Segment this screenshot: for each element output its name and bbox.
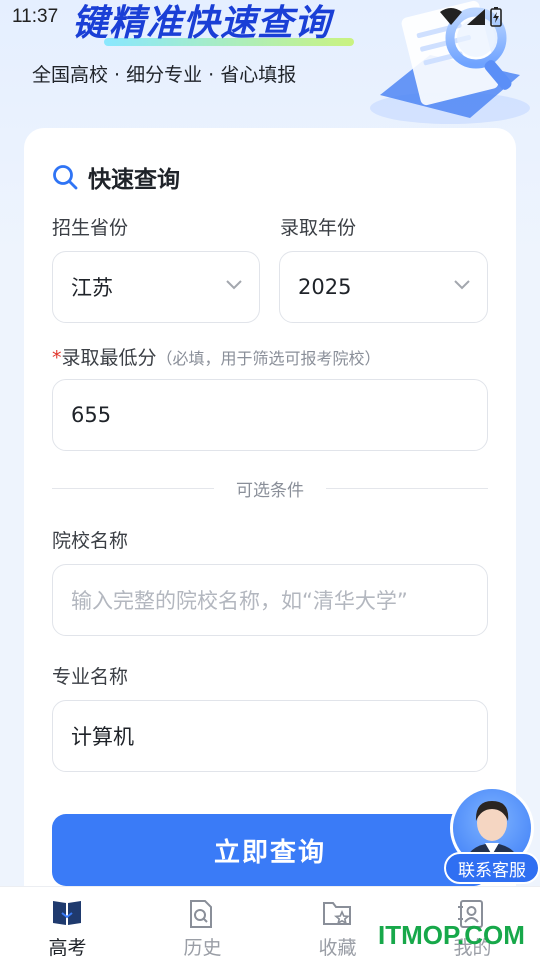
customer-service-label: 联系客服: [444, 852, 540, 884]
optional-divider-label: 可选条件: [236, 481, 304, 501]
book-icon: [53, 901, 81, 925]
school-placeholder: 输入完整的院校名称，如“清华大学”: [71, 589, 408, 613]
query-card: 快速查询 招生省份 录取年份 江苏 2025 *录取最低分（必填，用于筛选可报考…: [24, 128, 516, 928]
wifi-icon: [440, 8, 462, 25]
nav-label: 历史: [183, 937, 222, 959]
min-score-value: 655: [71, 403, 112, 427]
school-label: 院校名称: [52, 530, 129, 552]
year-value: 2025: [298, 275, 352, 299]
customer-service-button[interactable]: 联系客服: [444, 786, 540, 886]
battery-icon: [490, 7, 502, 27]
card-title: 快速查询: [88, 167, 180, 193]
folder-star-icon: [323, 902, 351, 925]
school-input[interactable]: 输入完整的院校名称，如“清华大学”: [52, 564, 488, 636]
search-icon: [53, 165, 78, 190]
nav-item-gaokao[interactable]: 高考: [0, 887, 135, 960]
cell-signal-icon: [467, 9, 485, 25]
year-label: 录取年份: [280, 217, 357, 239]
province-label: 招生省份: [52, 217, 129, 239]
nav-item-history[interactable]: 历史: [135, 887, 270, 960]
card-header: 快速查询: [52, 160, 180, 194]
chevron-down-icon: [226, 280, 242, 290]
min-score-label-row: *录取最低分（必填，用于筛选可报考院校）: [52, 343, 381, 370]
chevron-down-icon: [454, 280, 470, 290]
required-mark: *: [52, 347, 62, 369]
banner-title: 键精准快速查询: [72, 3, 332, 44]
submit-query-button[interactable]: 立即查询: [52, 814, 488, 886]
major-value: 计算机: [71, 725, 134, 749]
min-score-input[interactable]: 655: [52, 379, 488, 451]
nav-label: 高考: [48, 937, 87, 959]
site-watermark: ITMOP.COM: [378, 920, 525, 950]
year-select[interactable]: 2025: [279, 251, 488, 323]
province-value: 江苏: [71, 276, 113, 300]
banner-subtitle: 全国高校 · 细分专业 · 省心填报: [32, 64, 297, 86]
major-label: 专业名称: [52, 666, 129, 688]
major-input[interactable]: 计算机: [52, 700, 488, 772]
status-time: 11:37: [12, 6, 59, 27]
province-select[interactable]: 江苏: [52, 251, 260, 323]
optional-divider: 可选条件: [52, 476, 488, 501]
history-doc-icon: [190, 900, 212, 928]
min-score-hint: （必填，用于筛选可报考院校）: [156, 349, 381, 368]
min-score-label: 录取最低分: [61, 347, 157, 369]
